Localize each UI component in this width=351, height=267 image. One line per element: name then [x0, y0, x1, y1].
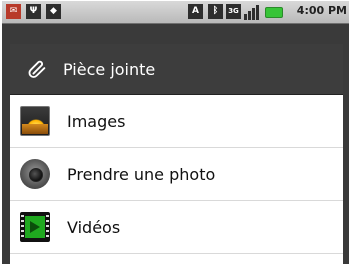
android-icon: ◆	[46, 4, 61, 19]
paperclip-icon	[28, 60, 46, 78]
picture-icon	[20, 106, 50, 136]
dialog-title: Pièce jointe	[63, 59, 156, 79]
device-screen: ✉ Ψ ◆ A ᛒ 3G 4:00 PM Pièce jointe Images…	[2, 1, 349, 264]
clock: 4:00 PM	[296, 4, 347, 17]
list-item-label: Prendre une photo	[67, 164, 216, 184]
list-item-label: Vidéos	[67, 217, 121, 237]
list-item-videos[interactable]: Vidéos	[10, 201, 343, 254]
dialog-title-bar: Pièce jointe	[10, 44, 343, 95]
a-icon: A	[188, 4, 203, 19]
bluetooth-icon: ᛒ	[208, 4, 223, 19]
3g-icon: 3G	[226, 4, 241, 19]
attachment-dialog: Pièce jointe Images Prendre une photo Vi…	[10, 44, 343, 264]
battery-icon	[265, 7, 283, 18]
status-bar: ✉ Ψ ◆ A ᛒ 3G 4:00 PM	[2, 1, 349, 24]
list-item-images[interactable]: Images	[10, 95, 343, 148]
list-item-label: Images	[67, 111, 126, 131]
video-icon	[20, 212, 50, 242]
usb-icon: Ψ	[26, 4, 41, 19]
list-item-take-photo[interactable]: Prendre une photo	[10, 148, 343, 201]
mail-icon: ✉	[6, 4, 21, 19]
camera-icon	[20, 159, 50, 189]
